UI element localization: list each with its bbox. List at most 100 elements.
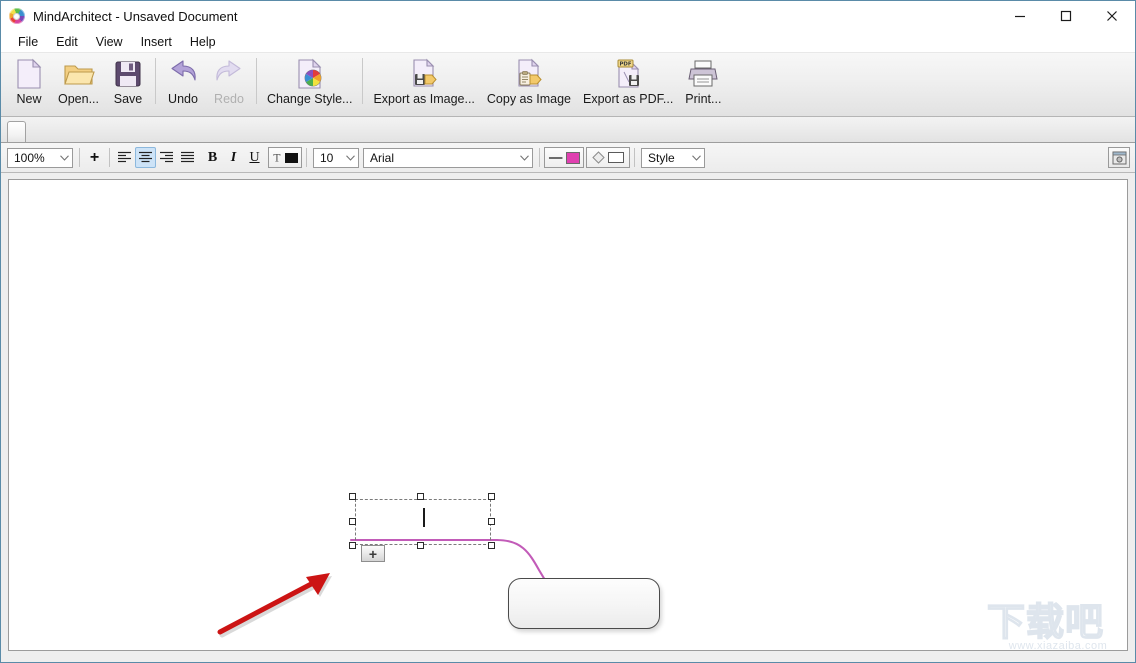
text-color-icon: T bbox=[273, 151, 280, 164]
toolbar-separator bbox=[256, 58, 257, 104]
zoom-select[interactable]: 100% bbox=[7, 147, 73, 168]
color-palette-icon bbox=[9, 8, 25, 24]
application-window: MindArchitect - Unsaved Document File Ed… bbox=[0, 0, 1136, 663]
italic-label: I bbox=[230, 149, 237, 165]
change-style-button[interactable]: Change Style... bbox=[261, 53, 358, 111]
svg-text:T: T bbox=[273, 151, 280, 164]
svg-text:PDF: PDF bbox=[620, 62, 632, 68]
zoom-value: 100% bbox=[14, 150, 45, 165]
format-toolbar: 100% + B I U T 10 Arial Style bbox=[1, 143, 1135, 173]
underline-label: U bbox=[249, 149, 260, 165]
redo-button[interactable]: Redo bbox=[206, 53, 252, 111]
copy-as-image-button[interactable]: Copy as Image bbox=[481, 53, 577, 111]
shape-diamond-icon bbox=[592, 151, 605, 164]
window-title: MindArchitect - Unsaved Document bbox=[33, 8, 238, 24]
align-center-button[interactable] bbox=[135, 147, 156, 168]
redo-arrow-icon bbox=[212, 57, 246, 91]
undo-button-label: Undo bbox=[168, 92, 198, 106]
main-toolbar: New Open... Save Undo Redo Change Style.… bbox=[1, 52, 1135, 117]
export-pdf-icon: PDF bbox=[611, 57, 645, 91]
chevron-down-icon bbox=[520, 154, 529, 161]
export-as-image-button-label: Export as Image... bbox=[373, 92, 475, 106]
close-button[interactable] bbox=[1089, 1, 1135, 31]
export-as-pdf-button[interactable]: PDF Export as PDF... bbox=[577, 53, 679, 111]
maximize-button[interactable] bbox=[1043, 1, 1089, 31]
add-topic-button[interactable]: + bbox=[84, 147, 105, 168]
resize-handle-bottom-left[interactable] bbox=[349, 542, 356, 549]
align-justify-button[interactable] bbox=[177, 147, 198, 168]
chevron-down-icon bbox=[60, 154, 69, 161]
text-color-swatch bbox=[284, 152, 298, 163]
color-wheel-document-icon bbox=[293, 57, 327, 91]
open-folder-icon bbox=[62, 57, 96, 91]
menu-item-insert[interactable]: Insert bbox=[132, 33, 181, 51]
menu-item-file[interactable]: File bbox=[9, 33, 47, 51]
mindmap-selected-node[interactable]: + bbox=[349, 493, 497, 562]
shape-fill-swatch bbox=[608, 152, 624, 163]
line-color-swatch bbox=[566, 151, 580, 164]
document-tab[interactable] bbox=[7, 121, 26, 142]
resize-handle-top-left[interactable] bbox=[349, 493, 356, 500]
menu-item-view[interactable]: View bbox=[87, 33, 132, 51]
toolbar-separator bbox=[155, 58, 156, 104]
close-icon bbox=[1107, 11, 1117, 21]
resize-handle-bottom-center[interactable] bbox=[417, 542, 424, 549]
style-select[interactable]: Style bbox=[641, 147, 705, 168]
mindmap-canvas[interactable]: + bbox=[8, 179, 1128, 651]
align-left-button[interactable] bbox=[114, 147, 135, 168]
format-separator bbox=[539, 148, 540, 167]
undo-arrow-icon bbox=[166, 57, 200, 91]
save-button[interactable]: Save bbox=[105, 53, 151, 111]
toolbar-separator bbox=[362, 58, 364, 104]
minimize-icon bbox=[1015, 15, 1025, 18]
export-image-icon bbox=[407, 57, 441, 91]
add-child-node-button[interactable]: + bbox=[361, 545, 385, 562]
title-bar: MindArchitect - Unsaved Document bbox=[1, 1, 1135, 31]
underline-button[interactable]: U bbox=[244, 147, 265, 168]
shape-fill-button[interactable] bbox=[586, 147, 630, 168]
font-family-select[interactable]: Arial bbox=[363, 147, 533, 168]
export-as-image-button[interactable]: Export as Image... bbox=[367, 53, 480, 111]
menu-item-help[interactable]: Help bbox=[181, 33, 225, 51]
properties-panel-toggle-button[interactable] bbox=[1108, 147, 1130, 168]
resize-handle-bottom-right[interactable] bbox=[488, 542, 495, 549]
bold-button[interactable]: B bbox=[202, 147, 223, 168]
mindmap-child-node[interactable] bbox=[508, 578, 660, 629]
print-button[interactable]: Print... bbox=[679, 53, 727, 111]
change-style-button-label: Change Style... bbox=[267, 92, 353, 106]
font-size-select[interactable]: 10 bbox=[313, 147, 359, 168]
redo-button-label: Redo bbox=[214, 92, 244, 106]
export-as-pdf-button-label: Export as PDF... bbox=[582, 92, 674, 106]
print-button-label: Print... bbox=[685, 92, 722, 106]
resize-handle-top-center[interactable] bbox=[417, 493, 424, 500]
line-style-icon bbox=[548, 156, 563, 159]
window-controls bbox=[997, 1, 1135, 31]
resize-handle-top-right[interactable] bbox=[488, 493, 495, 500]
format-separator bbox=[306, 148, 307, 167]
align-left-icon bbox=[118, 151, 131, 163]
align-center-icon bbox=[139, 151, 152, 163]
floppy-disk-icon bbox=[111, 57, 145, 91]
red-annotation-arrow bbox=[217, 573, 332, 638]
document-tab-strip bbox=[1, 117, 1135, 143]
menu-item-edit[interactable]: Edit bbox=[47, 33, 87, 51]
new-button[interactable]: New bbox=[6, 53, 52, 111]
minimize-button[interactable] bbox=[997, 1, 1043, 31]
save-button-label: Save bbox=[113, 92, 143, 106]
text-color-button[interactable]: T bbox=[268, 147, 302, 168]
resize-handle-middle-left[interactable] bbox=[349, 518, 356, 525]
open-button-label: Open... bbox=[58, 92, 99, 106]
menu-bar: File Edit View Insert Help bbox=[1, 31, 1135, 52]
open-button[interactable]: Open... bbox=[52, 53, 105, 111]
align-right-icon bbox=[160, 151, 173, 163]
new-button-label: New bbox=[16, 92, 42, 106]
line-color-button[interactable] bbox=[544, 147, 584, 168]
resize-handle-middle-right[interactable] bbox=[488, 518, 495, 525]
undo-button[interactable]: Undo bbox=[160, 53, 206, 111]
printer-icon bbox=[686, 57, 720, 91]
italic-button[interactable]: I bbox=[223, 147, 244, 168]
canvas-area: + 下载吧 www.xiazaiba.com bbox=[1, 173, 1135, 662]
text-cursor bbox=[423, 508, 425, 527]
chevron-down-icon bbox=[346, 154, 355, 161]
align-right-button[interactable] bbox=[156, 147, 177, 168]
